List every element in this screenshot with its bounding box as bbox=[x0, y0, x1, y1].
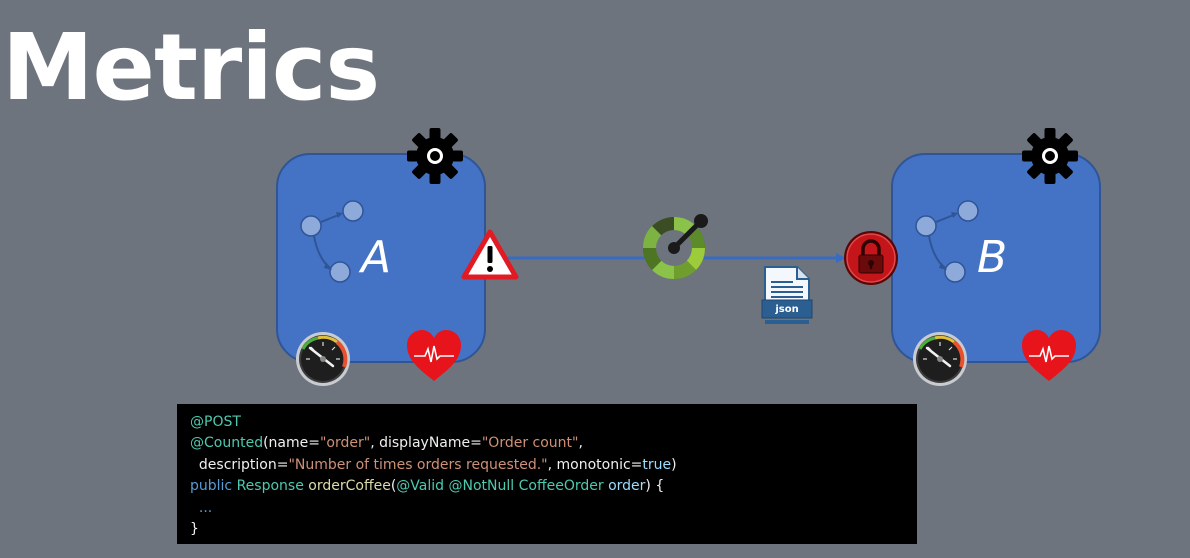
code-string: "Order count" bbox=[481, 435, 579, 452]
code-string: "order" bbox=[319, 435, 371, 452]
code-text: , monotonic= bbox=[547, 456, 643, 473]
code-text: , bbox=[578, 435, 583, 452]
heart-pulse-icon bbox=[407, 330, 461, 381]
json-document-label: json bbox=[775, 304, 799, 315]
code-ellipsis: ... bbox=[190, 499, 213, 516]
gear-icon bbox=[407, 128, 463, 184]
code-line: description="Number of times orders requ… bbox=[190, 455, 917, 476]
circuit-breaker-icon bbox=[642, 214, 708, 280]
code-string: "Number of times orders requested." bbox=[288, 456, 548, 473]
code-text: , displayName= bbox=[370, 435, 482, 452]
code-function: orderCoffee bbox=[308, 478, 391, 495]
gauge-icon bbox=[913, 332, 967, 386]
code-text: (name= bbox=[263, 435, 320, 452]
code-type: Response bbox=[236, 478, 304, 495]
code-line: } bbox=[190, 519, 917, 540]
code-block: @POST @Counted(name="order", displayName… bbox=[177, 404, 917, 544]
code-text: } bbox=[190, 520, 199, 537]
code-text: ) { bbox=[645, 478, 665, 495]
code-parameter: order bbox=[608, 478, 646, 495]
code-line: public Response orderCoffee(@Valid @NotN… bbox=[190, 476, 917, 497]
warning-icon bbox=[461, 229, 519, 280]
code-line: @Counted(name="order", displayName="Orde… bbox=[190, 433, 917, 454]
code-annotation: @Counted bbox=[190, 435, 264, 452]
code-literal: true bbox=[642, 456, 672, 473]
flow-nodes-icon bbox=[915, 200, 979, 283]
json-document-icon bbox=[761, 266, 813, 324]
code-text: ) bbox=[671, 456, 677, 473]
code-type: CoffeeOrder bbox=[518, 478, 604, 495]
code-annotation: @NotNull bbox=[448, 478, 515, 495]
code-text: description= bbox=[190, 456, 289, 473]
lock-icon bbox=[844, 231, 898, 285]
gauge-icon bbox=[296, 332, 350, 386]
code-line: ... bbox=[190, 498, 917, 519]
gear-icon bbox=[1022, 128, 1078, 184]
heart-pulse-icon bbox=[1022, 330, 1076, 381]
service-b-label: B bbox=[977, 232, 1008, 283]
flow-nodes-icon bbox=[300, 200, 364, 283]
code-annotation: @POST bbox=[190, 414, 241, 430]
code-annotation: @Valid bbox=[396, 478, 445, 495]
code-line: @POST bbox=[190, 412, 917, 433]
code-keyword: public bbox=[190, 478, 233, 495]
